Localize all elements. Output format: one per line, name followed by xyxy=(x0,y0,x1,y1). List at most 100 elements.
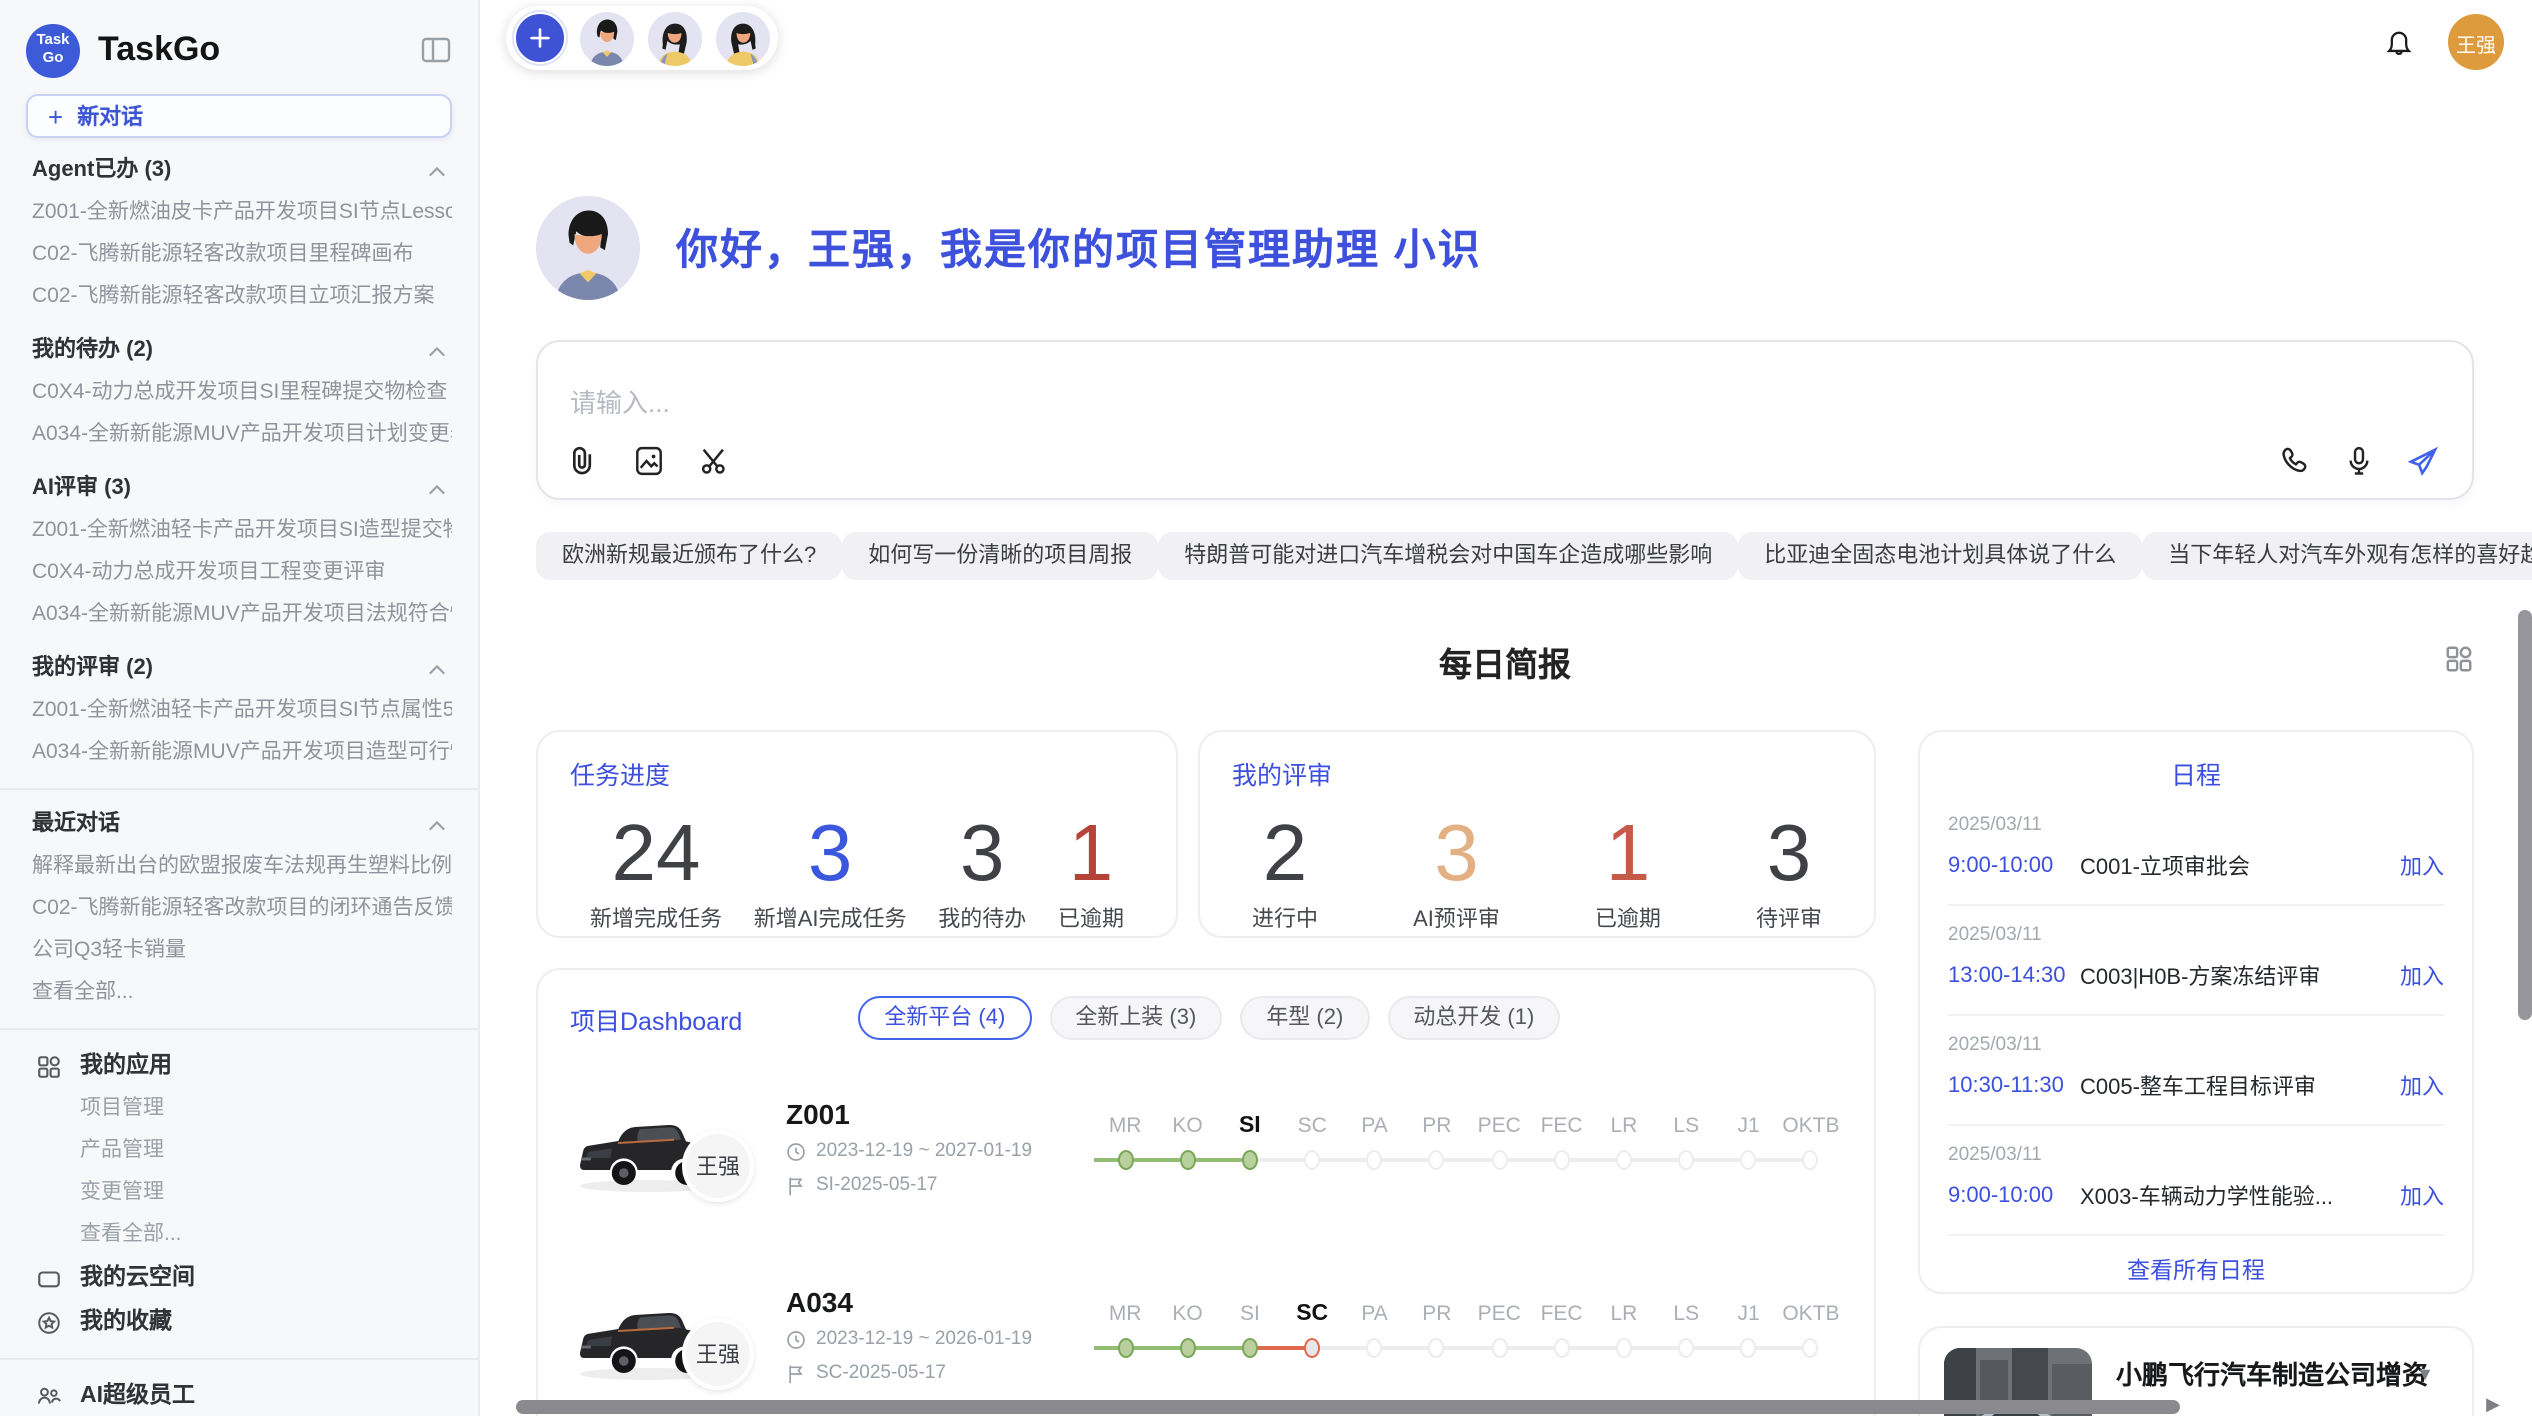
join-button[interactable]: 加入 xyxy=(2400,1070,2444,1102)
sidebar-subitem-change-mgmt[interactable]: 变更管理 xyxy=(26,1172,452,1214)
milestone-label: LS xyxy=(1655,1300,1717,1330)
agent-avatar[interactable] xyxy=(648,11,702,65)
briefing-right-column: 日程 2025/03/11 9:00-10:00 C001-立项审批会 加入 2… xyxy=(1918,730,2474,1416)
list-item[interactable]: 公司Q3轻卡销量 xyxy=(26,930,452,972)
list-item[interactable]: 查看全部... xyxy=(26,972,452,1014)
suggestion-chip[interactable]: 欧洲新规最近颁布了什么? xyxy=(536,532,842,580)
phone-call-icon[interactable] xyxy=(2278,444,2312,478)
list-item[interactable]: C02-飞腾新能源轻客改款项目里程碑画布 xyxy=(26,234,452,276)
suggestion-chip[interactable]: 特朗普可能对进口汽车增税会对中国车企造成哪些影响 xyxy=(1158,532,1738,580)
add-agent-button[interactable] xyxy=(514,12,566,64)
sidebar-collapse-icon[interactable] xyxy=(420,34,452,66)
send-icon[interactable] xyxy=(2406,444,2440,478)
list-item[interactable]: Z001-全新燃油轻卡产品开发项目SI造型提交物评审 xyxy=(26,510,452,552)
stat-label: 进行中 xyxy=(1252,902,1318,934)
schedule-item: 2025/03/11 13:00-14:30 C003|H0B-方案冻结评审 加… xyxy=(1948,906,2444,1016)
filter-pill-new-platform[interactable]: 全新平台 (4) xyxy=(858,996,1031,1040)
list-item[interactable]: 解释最新出台的欧盟报废车法规再生塑料比例被调至15%... xyxy=(26,846,452,888)
filter-pill-powertrain[interactable]: 动总开发 (1) xyxy=(1387,996,1560,1040)
notification-bell-icon[interactable] xyxy=(2382,25,2416,59)
clock-icon xyxy=(786,1142,806,1162)
vertical-scrollbar[interactable] xyxy=(2518,610,2532,1020)
microphone-icon[interactable] xyxy=(2342,444,2376,478)
schedule-item: 2025/03/11 10:30-11:30 C005-整车工程目标评审 加入 xyxy=(1948,1016,2444,1126)
scroll-down-arrow-icon[interactable]: ▼ xyxy=(2416,1366,2434,1384)
project-row[interactable]: 王强 A034 2023-12-19 ~ 2026-01-19 xyxy=(570,1264,1842,1408)
daily-briefing-title: 每日简报 xyxy=(536,638,2474,686)
schedule-event-title: C005-整车工程目标评审 xyxy=(2080,1070,2384,1102)
sidebar-lists: Agent已办 (3) Z001-全新燃油皮卡产品开发项目SI节点Lesson … xyxy=(26,150,452,1416)
join-button[interactable]: 加入 xyxy=(2400,960,2444,992)
sidebar-item-cloud-space[interactable]: 我的云空间 xyxy=(26,1256,452,1300)
suggestion-chip[interactable]: 当下年轻人对汽车外观有怎样的喜好趋势 xyxy=(2142,532,2532,580)
filter-pill-new-body[interactable]: 全新上装 (3) xyxy=(1049,996,1222,1040)
milestone-dot xyxy=(1741,1150,1757,1170)
list-item[interactable]: A034-全新新能源MUV产品开发项目造型可行性评审 xyxy=(26,732,452,774)
sidebar-subitem-product-mgmt[interactable]: 产品管理 xyxy=(26,1130,452,1172)
list-item[interactable]: C02-飞腾新能源轻客改款项目立项汇报方案 xyxy=(26,276,452,318)
sidebar-item-my-apps[interactable]: 我的应用 xyxy=(26,1044,452,1088)
project-flag-text: SI-2025-05-17 xyxy=(816,1174,937,1198)
schedule-time: 9:00-10:00 xyxy=(1948,1184,2080,1208)
layout-grid-icon[interactable] xyxy=(2444,644,2474,674)
sidebar-subitem-project-mgmt[interactable]: 项目管理 xyxy=(26,1088,452,1130)
project-flag: SI-2025-05-17 xyxy=(786,1174,1086,1198)
view-all-schedule-link[interactable]: 查看所有日程 xyxy=(1948,1236,2444,1304)
chevron-up-icon xyxy=(428,483,446,495)
join-button[interactable]: 加入 xyxy=(2400,1180,2444,1212)
stat-new-done-tasks: 24 新增完成任务 xyxy=(590,808,722,934)
milestone-dot xyxy=(1429,1150,1445,1170)
join-button[interactable]: 加入 xyxy=(2400,850,2444,882)
stat-label: 新增AI完成任务 xyxy=(754,902,907,934)
milestone-label: SI xyxy=(1219,1300,1281,1330)
project-owner-badge: 王强 xyxy=(682,1318,754,1390)
section-my-review[interactable]: 我的评审 (2) xyxy=(26,648,452,690)
suggestion-chip[interactable]: 比亚迪全固态电池计划具体说了什么 xyxy=(1738,532,2142,580)
sidebar-subitem-view-all[interactable]: 查看全部... xyxy=(26,1214,452,1256)
sidebar-item-ai-super-staff[interactable]: AI超级员工 xyxy=(26,1374,452,1416)
agent-avatar-group xyxy=(506,6,778,70)
list-item[interactable]: Z001-全新燃油皮卡产品开发项目SI节点Lesson Learn报告 xyxy=(26,192,452,234)
project-row[interactable]: 王强 Z001 2023-12-19 ~ 2027-01-19 xyxy=(570,1076,1842,1220)
new-chat-button[interactable]: + 新对话 xyxy=(26,94,452,138)
list-item[interactable]: C02-飞腾新能源轻客改款项目的闭环通告反馈情况 xyxy=(26,888,452,930)
chat-composer[interactable]: 请输入... xyxy=(536,340,2474,500)
schedule-event-title: X003-车辆动力学性能验... xyxy=(2080,1180,2384,1212)
section-ai-review[interactable]: AI评审 (3) xyxy=(26,468,452,510)
project-code: A034 xyxy=(786,1286,1086,1318)
horizontal-scrollbar[interactable] xyxy=(516,1400,2180,1414)
sidebar-item-favorites[interactable]: 我的收藏 xyxy=(26,1300,452,1344)
suggestion-chips: 欧洲新规最近颁布了什么? 如何写一份清晰的项目周报 特朗普可能对进口汽车增税会对… xyxy=(536,532,2474,580)
list-item[interactable]: Z001-全新燃油轻卡产品开发项目SI节点属性5D文件评审 xyxy=(26,690,452,732)
attachment-icon[interactable] xyxy=(566,444,600,478)
section-recent-chats[interactable]: 最近对话 xyxy=(26,804,452,846)
list-item[interactable]: C0X4-动力总成开发项目SI里程碑提交物检查 xyxy=(26,372,452,414)
news-title: 小鹏飞行汽车制造公司增资 xyxy=(2116,1354,2448,1392)
image-icon[interactable] xyxy=(632,444,666,478)
suggestion-chip[interactable]: 如何写一份清晰的项目周报 xyxy=(842,532,1158,580)
section-agent-done[interactable]: Agent已办 (3) xyxy=(26,150,452,192)
agent-avatar[interactable] xyxy=(580,11,634,65)
milestone-label: PR xyxy=(1406,1300,1468,1330)
list-item[interactable]: A034-全新新能源MUV产品开发项目法规符合性评审 xyxy=(26,594,452,636)
composer-right-tools xyxy=(2278,444,2440,478)
schedule-item: 2025/03/11 9:00-10:00 X003-车辆动力学性能验... 加… xyxy=(1948,1126,2444,1236)
user-avatar[interactable]: 王强 xyxy=(2448,14,2504,70)
milestone-dot xyxy=(1304,1150,1320,1170)
stat-label: AI预评审 xyxy=(1413,902,1500,934)
schedule-event-title: C001-立项审批会 xyxy=(2080,850,2384,882)
list-item[interactable]: C0X4-动力总成开发项目工程变更评审 xyxy=(26,552,452,594)
topbar-right: 王强 xyxy=(2382,14,2504,70)
filter-pill-model-year[interactable]: 年型 (2) xyxy=(1240,996,1369,1040)
list-item[interactable]: A034-全新新能源MUV产品开发项目计划变更表编写 xyxy=(26,414,452,456)
project-dates: 2023-12-19 ~ 2027-01-19 xyxy=(786,1140,1086,1164)
section-my-todo[interactable]: 我的待办 (2) xyxy=(26,330,452,372)
assistant-avatar xyxy=(536,196,640,300)
taskgo-logo: Task Go xyxy=(26,23,80,77)
section-label: 我的待办 (2) xyxy=(32,330,153,372)
agent-avatar[interactable] xyxy=(716,11,770,65)
dashboard-header: 项目Dashboard 全新平台 (4) 全新上装 (3) 年型 (2) 动总开… xyxy=(570,996,1842,1040)
scissors-icon[interactable] xyxy=(698,444,732,478)
sidebar-item-label: AI超级员工 xyxy=(80,1374,195,1416)
scroll-right-arrow-icon[interactable]: ▶ xyxy=(2486,1396,2500,1414)
